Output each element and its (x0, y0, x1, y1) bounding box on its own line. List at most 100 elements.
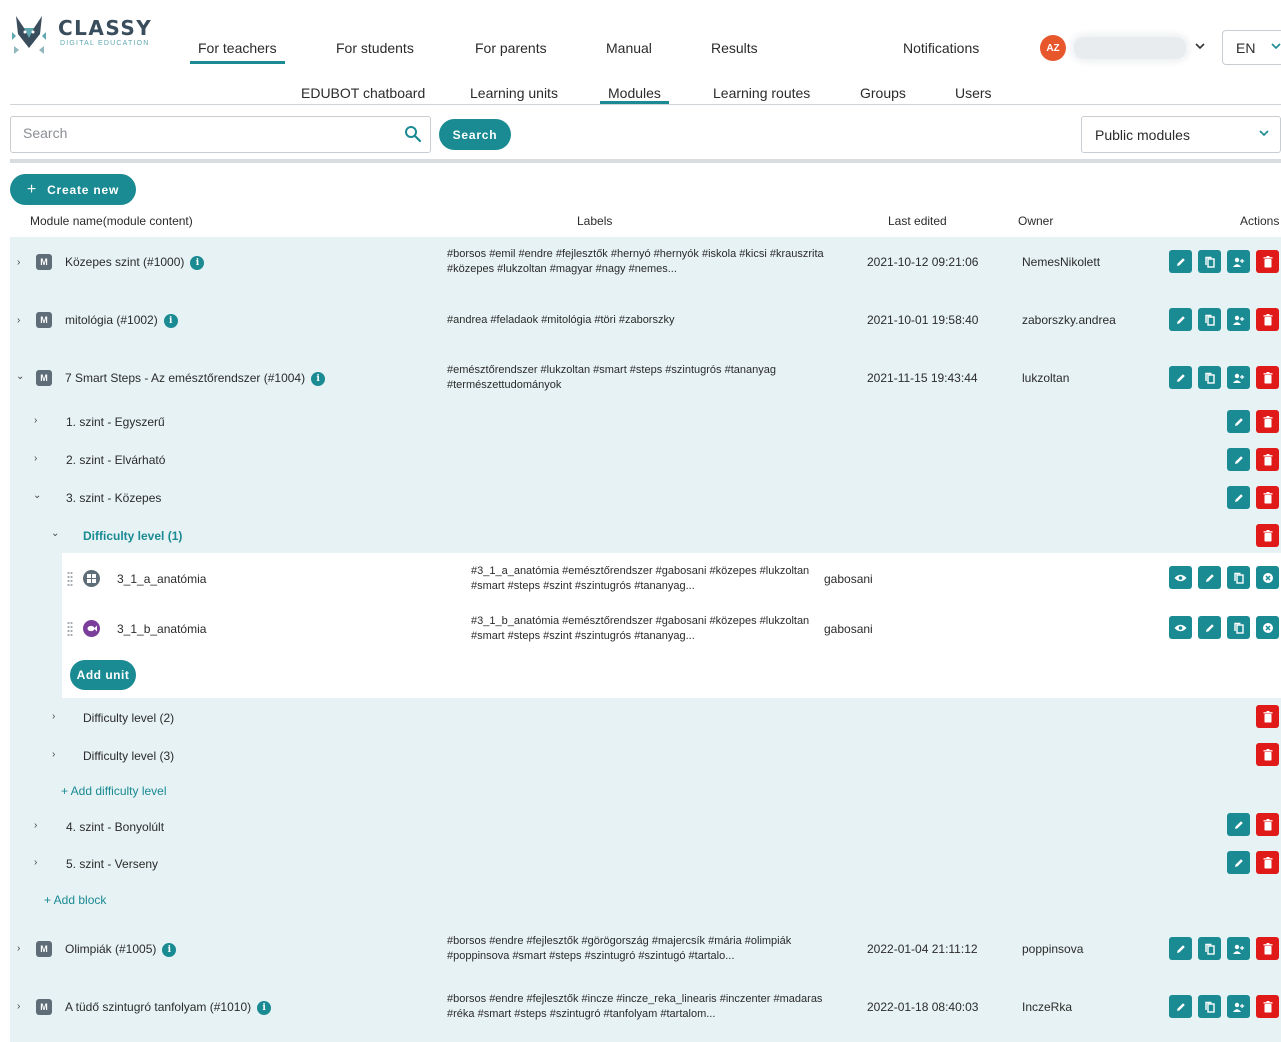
expand-chevron-icon[interactable]: › (17, 257, 20, 268)
preview-eye-icon[interactable] (1169, 566, 1192, 589)
delete-icon[interactable] (1256, 813, 1279, 836)
info-icon[interactable]: i (163, 314, 178, 328)
edit-icon[interactable] (1198, 566, 1221, 589)
info-icon[interactable]: i (162, 943, 177, 957)
nav-for-parents[interactable]: For parents (475, 40, 547, 56)
edit-icon[interactable] (1227, 486, 1250, 509)
delete-icon[interactable] (1256, 250, 1279, 273)
info-icon[interactable]: i (190, 256, 205, 270)
delete-icon[interactable] (1256, 366, 1279, 389)
search-input[interactable] (23, 125, 393, 141)
module-name[interactable]: 7 Smart Steps - Az emésztőrendszer (#100… (65, 371, 326, 386)
edit-icon[interactable] (1227, 813, 1250, 836)
collapse-chevron-icon[interactable]: ⌄ (16, 371, 24, 382)
difficulty-level-name[interactable]: Difficulty level (1) (83, 529, 182, 543)
nav-notifications[interactable]: Notifications (903, 40, 979, 56)
collapse-chevron-icon[interactable]: ⌄ (33, 490, 41, 501)
add-unit-button[interactable]: Add unit (70, 660, 136, 690)
search-icon[interactable] (404, 125, 422, 143)
share-users-icon[interactable] (1227, 308, 1250, 331)
block-name[interactable]: 5. szint - Verseny (66, 857, 158, 871)
delete-icon[interactable] (1256, 524, 1279, 547)
delete-icon[interactable] (1256, 486, 1279, 509)
copy-icon[interactable] (1198, 937, 1221, 960)
drag-handle-icon[interactable] (67, 621, 73, 637)
nav-for-students[interactable]: For students (336, 40, 414, 56)
unit-name[interactable]: 3_1_a_anatómia (117, 572, 206, 586)
expand-chevron-icon[interactable]: › (52, 711, 55, 722)
edit-icon[interactable] (1227, 851, 1250, 874)
subnav-edubot-chatboard[interactable]: EDUBOT chatboard (301, 85, 425, 101)
module-name[interactable]: Olimpiák (#1005) i (65, 942, 177, 957)
copy-icon[interactable] (1198, 366, 1221, 389)
delete-icon[interactable] (1256, 995, 1279, 1018)
subnav-modules[interactable]: Modules (600, 85, 669, 104)
module-name[interactable]: Közepes szint (#1000) i (65, 255, 205, 270)
info-icon[interactable]: i (257, 1001, 272, 1015)
subnav-learning-routes[interactable]: Learning routes (713, 85, 810, 101)
copy-icon[interactable] (1227, 616, 1250, 639)
block-name[interactable]: 1. szint - Egyszerű (66, 415, 165, 429)
subnav-users[interactable]: Users (955, 85, 992, 101)
unit-name[interactable]: 3_1_b_anatómia (117, 622, 206, 636)
subnav-groups[interactable]: Groups (860, 85, 906, 101)
block-name[interactable]: 2. szint - Elvárható (66, 453, 165, 467)
classy-logo[interactable]: CLASSY DIGITAL EDUCATION (8, 12, 158, 58)
preview-eye-icon[interactable] (1169, 616, 1192, 639)
copy-icon[interactable] (1198, 995, 1221, 1018)
user-menu-chevron-icon[interactable] (1194, 40, 1206, 55)
language-select[interactable]: EN (1222, 30, 1281, 65)
delete-icon[interactable] (1256, 851, 1279, 874)
edit-icon[interactable] (1169, 366, 1192, 389)
drag-handle-icon[interactable] (67, 571, 73, 587)
module-name[interactable]: mitológia (#1002) i (65, 313, 178, 328)
copy-icon[interactable] (1198, 250, 1221, 273)
share-users-icon[interactable] (1227, 995, 1250, 1018)
search-button[interactable]: Search (439, 119, 511, 150)
edit-icon[interactable] (1169, 937, 1192, 960)
expand-chevron-icon[interactable]: › (17, 1001, 20, 1012)
info-icon[interactable]: i (311, 372, 326, 386)
block-name[interactable]: 3. szint - Közepes (66, 491, 161, 505)
expand-chevron-icon[interactable]: › (52, 749, 55, 760)
remove-unit-icon[interactable] (1256, 616, 1279, 639)
block-name[interactable]: 4. szint - Bonyolúlt (66, 820, 164, 834)
create-new-button[interactable]: + Create new (10, 174, 136, 205)
remove-unit-icon[interactable] (1256, 566, 1279, 589)
username-blurred[interactable] (1074, 37, 1186, 59)
share-users-icon[interactable] (1227, 937, 1250, 960)
collapse-chevron-icon[interactable]: ⌄ (51, 528, 59, 539)
expand-chevron-icon[interactable]: › (34, 857, 37, 868)
module-name[interactable]: A tüdő szintugró tanfolyam (#1010) i (65, 1000, 272, 1015)
module-filter-select[interactable]: Public modules (1081, 116, 1281, 153)
expand-chevron-icon[interactable]: › (17, 315, 20, 326)
edit-icon[interactable] (1198, 616, 1221, 639)
share-users-icon[interactable] (1227, 250, 1250, 273)
difficulty-level-name[interactable]: Difficulty level (3) (83, 749, 174, 763)
delete-icon[interactable] (1256, 937, 1279, 960)
edit-icon[interactable] (1227, 448, 1250, 471)
user-avatar[interactable]: AZ (1040, 35, 1066, 61)
expand-chevron-icon[interactable]: › (34, 453, 37, 464)
edit-icon[interactable] (1169, 995, 1192, 1018)
delete-icon[interactable] (1256, 410, 1279, 433)
expand-chevron-icon[interactable]: › (34, 820, 37, 831)
delete-icon[interactable] (1256, 308, 1279, 331)
expand-chevron-icon[interactable]: › (17, 943, 20, 954)
copy-icon[interactable] (1198, 308, 1221, 331)
nav-results[interactable]: Results (711, 40, 758, 56)
delete-icon[interactable] (1256, 448, 1279, 471)
add-block-link[interactable]: + Add block (44, 893, 106, 907)
share-users-icon[interactable] (1227, 366, 1250, 389)
nav-manual[interactable]: Manual (606, 40, 652, 56)
difficulty-level-name[interactable]: Difficulty level (2) (83, 711, 174, 725)
nav-for-teachers[interactable]: For teachers (190, 40, 285, 64)
delete-icon[interactable] (1256, 743, 1279, 766)
edit-icon[interactable] (1227, 410, 1250, 433)
copy-icon[interactable] (1227, 566, 1250, 589)
edit-icon[interactable] (1169, 250, 1192, 273)
add-difficulty-level-link[interactable]: + Add difficulty level (61, 784, 167, 798)
edit-icon[interactable] (1169, 308, 1192, 331)
subnav-learning-units[interactable]: Learning units (470, 85, 558, 101)
delete-icon[interactable] (1256, 705, 1279, 728)
